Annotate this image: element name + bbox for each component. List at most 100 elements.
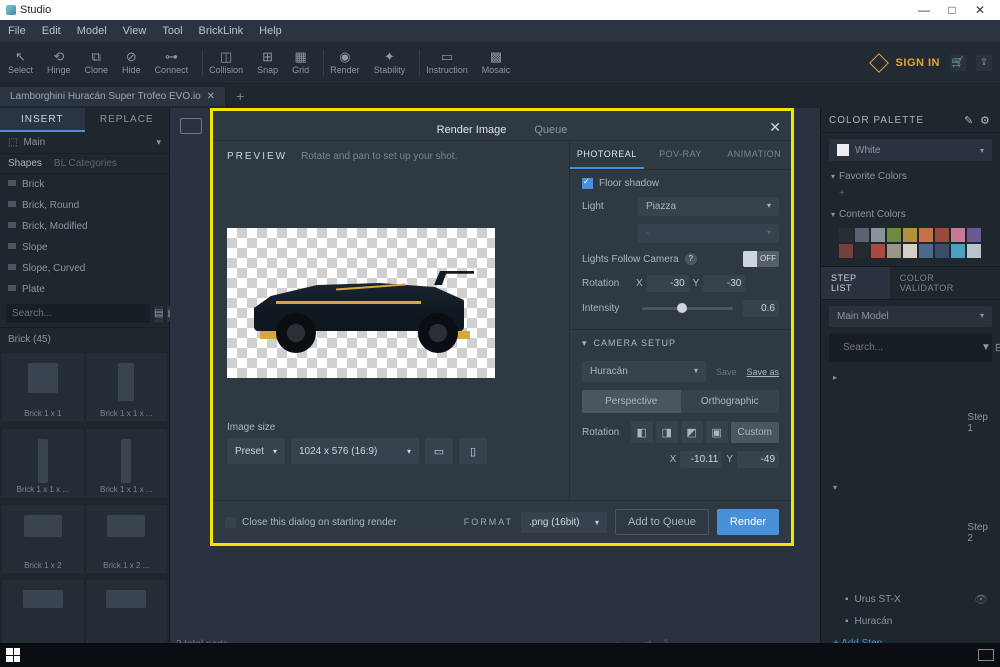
close-on-render-checkbox[interactable]: Close this dialog on starting render [225, 517, 397, 528]
floor-shadow-checkbox[interactable]: Floor shadow [582, 178, 779, 189]
model-selector[interactable]: Main Model▾ [829, 306, 992, 327]
step-row[interactable]: ▸Step 1 [821, 368, 1000, 478]
camera-saveas-link[interactable]: Save as [746, 367, 779, 377]
resolution-dropdown[interactable]: 1024 x 576 (16:9)▾ [291, 438, 419, 464]
color-swatch[interactable] [967, 244, 981, 258]
render-preview[interactable] [227, 228, 495, 378]
menu-file[interactable]: File [8, 25, 26, 37]
part-item[interactable]: Brick 1 x 1 x ... [86, 353, 168, 421]
expand-icon[interactable]: ⊟ [995, 341, 1000, 354]
format-dropdown[interactable]: .png (16bit)▾ [521, 512, 607, 533]
close-window-button[interactable]: ✕ [966, 3, 994, 17]
view-side-icon[interactable]: ◨ [656, 421, 678, 443]
tool-collision[interactable]: ◫Collision [209, 50, 243, 75]
category-item[interactable]: Plate [0, 279, 169, 300]
color-swatch[interactable] [871, 228, 885, 242]
orthographic-button[interactable]: Orthographic [681, 390, 780, 413]
category-item[interactable]: Brick, Round [0, 195, 169, 216]
perspective-button[interactable]: Perspective [582, 390, 681, 413]
palette-selector[interactable]: ⬚ Main ▾ [0, 132, 169, 154]
file-tab-active[interactable]: Lamborghini Huracán Super Trofeo EVO.io … [0, 87, 226, 106]
tool-render[interactable]: ◉Render [330, 50, 360, 75]
substep-row[interactable]: ▪Huracán [821, 611, 1000, 632]
tool-grid[interactable]: ▦Grid [292, 50, 309, 75]
tool-snap[interactable]: ⊞Snap [257, 50, 278, 75]
intensity-input[interactable] [743, 300, 779, 317]
tool-select[interactable]: ↖Select [8, 50, 33, 75]
cart-icon[interactable]: 🛒 [950, 55, 966, 71]
camera-icon[interactable] [180, 118, 202, 134]
tab-insert[interactable]: INSERT [0, 108, 85, 132]
camera-preset-dropdown[interactable]: Huracán▾ [582, 361, 706, 382]
part-item[interactable]: Brick 1 x 2 [2, 505, 84, 573]
windows-start-icon[interactable] [6, 648, 20, 662]
color-swatch[interactable] [903, 228, 917, 242]
part-item[interactable] [86, 580, 168, 648]
color-swatch[interactable] [919, 244, 933, 258]
visibility-icon[interactable]: 👁 [974, 593, 988, 606]
tool-instruction[interactable]: ▭Instruction [426, 50, 468, 75]
orientation-portrait-icon[interactable]: ▯ [459, 438, 487, 464]
tool-hide[interactable]: ⊘Hide [122, 50, 141, 75]
menu-model[interactable]: Model [77, 25, 107, 37]
part-item[interactable] [2, 580, 84, 648]
light-dropdown[interactable]: Piazza▾ [638, 197, 779, 216]
current-color-selector[interactable]: White ▾ [829, 139, 992, 161]
view-custom-button[interactable]: Custom [731, 422, 779, 443]
part-item[interactable]: Brick 1 x 1 x ... [86, 429, 168, 497]
add-to-queue-button[interactable]: Add to Queue [615, 509, 709, 535]
dialog-close-icon[interactable]: ✕ [769, 119, 781, 136]
color-swatch[interactable] [871, 244, 885, 258]
color-swatch[interactable] [935, 244, 949, 258]
new-tab-button[interactable]: + [226, 88, 254, 104]
category-item[interactable]: Brick [0, 174, 169, 195]
color-swatch[interactable] [919, 228, 933, 242]
preset-dropdown[interactable]: Preset▾ [227, 438, 285, 464]
lights-follow-toggle[interactable]: OFF [743, 251, 779, 267]
dialog-tab-render[interactable]: Render Image [423, 118, 521, 142]
part-item[interactable]: Brick 1 x 1 x ... [2, 429, 84, 497]
tab-color-validator[interactable]: COLOR VALIDATOR [890, 267, 1000, 299]
tool-hinge[interactable]: ⟲Hinge [47, 50, 71, 75]
part-item[interactable]: Brick 1 x 2 ... [86, 505, 168, 573]
color-swatch[interactable] [855, 244, 869, 258]
rotation-y-input[interactable] [703, 275, 745, 292]
filter-icon[interactable]: ▤ [154, 306, 163, 322]
color-swatch[interactable] [903, 244, 917, 258]
menu-bricklink[interactable]: BrickLink [199, 25, 244, 37]
close-tab-icon[interactable]: ✕ [207, 91, 215, 102]
color-swatch[interactable] [951, 244, 965, 258]
favorite-colors-section[interactable]: ▾Favorite Colors [821, 167, 1000, 186]
view-front-icon[interactable]: ◧ [631, 421, 653, 443]
color-swatch[interactable] [967, 228, 981, 242]
orientation-landscape-icon[interactable]: ▭ [425, 438, 453, 464]
shapes-subtab[interactable]: Shapes [8, 158, 42, 169]
add-favorite-icon[interactable]: + [839, 188, 845, 199]
camera-x-input[interactable] [680, 451, 722, 468]
menu-help[interactable]: Help [259, 25, 282, 37]
tool-connect[interactable]: ⊶Connect [155, 50, 189, 75]
tab-replace[interactable]: REPLACE [85, 108, 170, 132]
color-swatch[interactable] [839, 228, 853, 242]
step-search-input[interactable] [837, 338, 981, 357]
dialog-tab-queue[interactable]: Queue [520, 118, 581, 142]
palette-settings-icon[interactable]: ⚙ [980, 114, 992, 126]
menu-view[interactable]: View [123, 25, 147, 37]
tool-clone[interactable]: ⧉Clone [85, 50, 109, 75]
color-swatch[interactable] [887, 244, 901, 258]
rotation-x-input[interactable] [647, 275, 689, 292]
maximize-button[interactable]: □ [938, 3, 966, 17]
view-iso-icon[interactable]: ▣ [706, 421, 728, 443]
sign-in-button[interactable]: SIGN IN [896, 57, 940, 69]
menu-edit[interactable]: Edit [42, 25, 61, 37]
color-swatch[interactable] [935, 228, 949, 242]
part-item[interactable]: Brick 1 x 1 [2, 353, 84, 421]
eyedropper-icon[interactable]: ✎ [964, 114, 976, 126]
bl-categories-subtab[interactable]: BL Categories [54, 158, 117, 169]
part-search-input[interactable] [6, 304, 150, 323]
filter-icon[interactable]: ▼ [981, 342, 991, 353]
tool-mosaic[interactable]: ▩Mosaic [482, 50, 511, 75]
category-item[interactable]: Slope, Curved [0, 258, 169, 279]
tab-step-list[interactable]: STEP LIST [821, 267, 890, 299]
category-item[interactable]: Brick, Modified [0, 216, 169, 237]
